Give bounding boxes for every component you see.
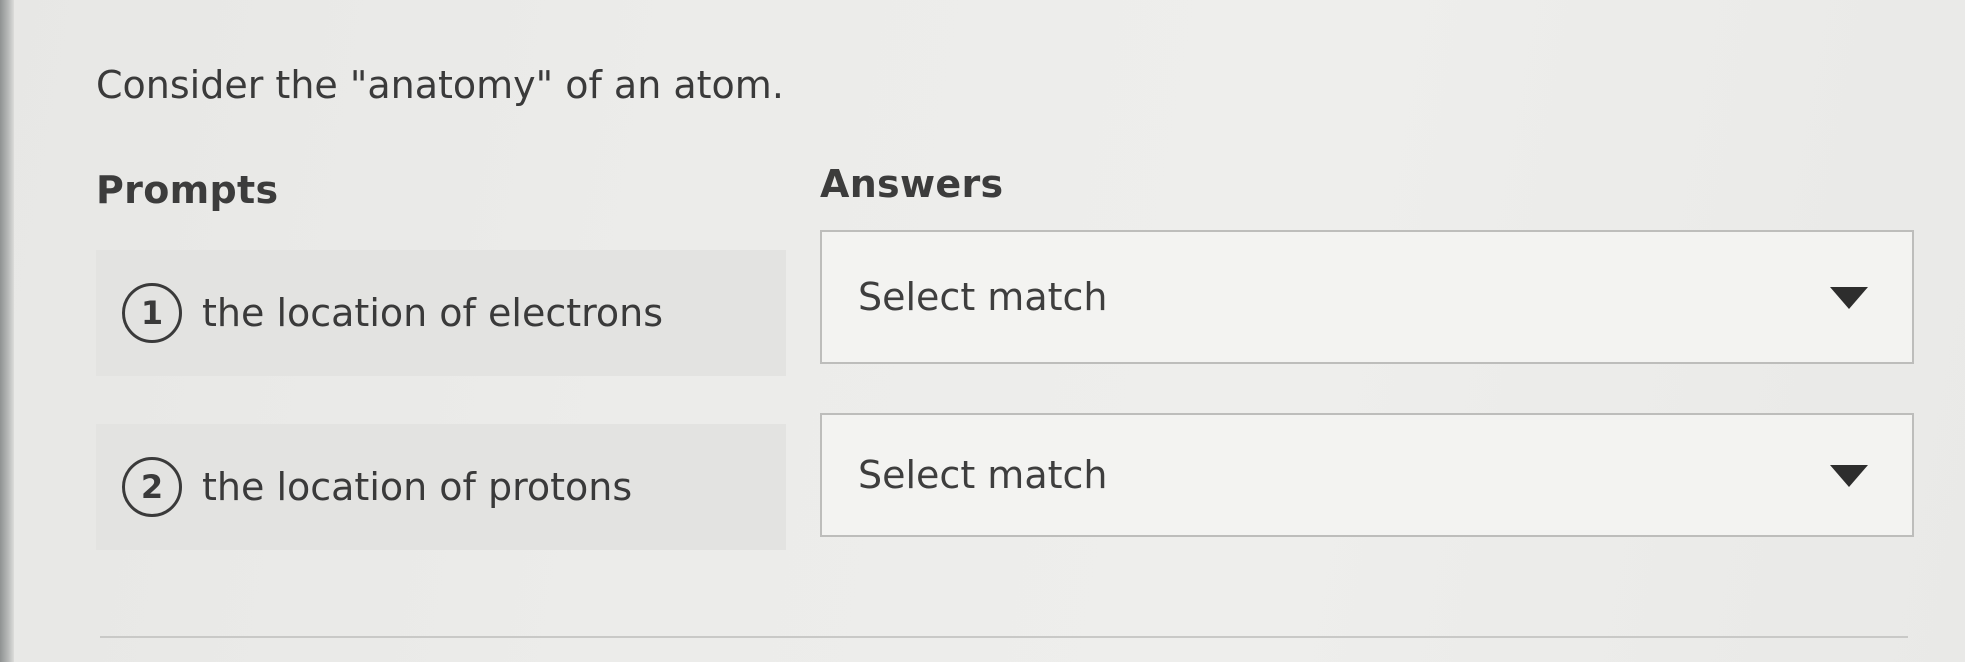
prompt-item-2: 2 the location of protons [96, 424, 786, 550]
answer-select-2[interactable]: Select match [820, 413, 1914, 537]
chevron-down-icon [1830, 287, 1868, 309]
prompt-number-badge: 2 [122, 457, 182, 517]
select-value: Select match [858, 453, 1108, 497]
question-text: Consider the "anatomy" of an atom. [96, 63, 784, 107]
prompt-number-badge: 1 [122, 283, 182, 343]
prompt-text: the location of protons [202, 465, 633, 509]
prompts-heading: Prompts [96, 168, 279, 212]
select-value: Select match [858, 275, 1108, 319]
answers-heading: Answers [820, 162, 1004, 206]
divider [100, 636, 1908, 638]
screen-edge [0, 0, 14, 662]
prompt-text: the location of electrons [202, 291, 664, 335]
answer-select-1[interactable]: Select match [820, 230, 1914, 364]
prompt-item-1: 1 the location of electrons [96, 250, 786, 376]
chevron-down-icon [1830, 465, 1868, 487]
